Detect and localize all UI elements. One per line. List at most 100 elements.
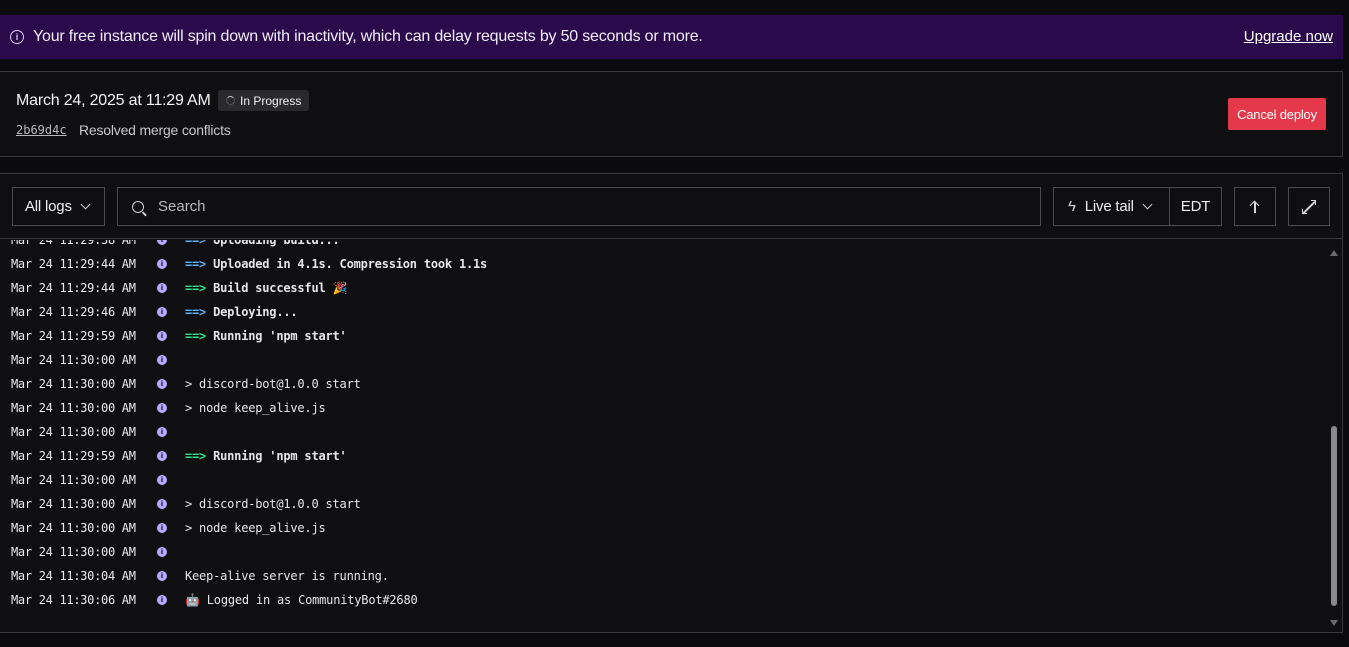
info-level-icon: i	[157, 403, 167, 413]
info-level-icon: i	[157, 240, 167, 245]
log-message: > discord-bot@1.0.0 start	[185, 497, 361, 511]
scrollbar-thumb[interactable]	[1331, 426, 1337, 606]
search-icon	[132, 200, 144, 213]
logs-panel: All logs ϟ Live tail EDT Mar 24 11:29:38…	[0, 173, 1343, 633]
timezone-label: EDT	[1180, 198, 1211, 215]
info-level-icon: i	[157, 451, 167, 461]
info-level-icon: i	[157, 571, 167, 581]
log-timestamp: Mar 24 11:30:00 AM	[11, 473, 136, 487]
log-text: Deploying...	[213, 305, 298, 319]
log-timestamp: Mar 24 11:30:00 AM	[11, 521, 136, 535]
info-level-icon: i	[157, 259, 167, 269]
live-tail-dropdown[interactable]: ϟ Live tail	[1053, 187, 1170, 226]
log-message: ==> Running 'npm start'	[185, 449, 347, 463]
log-message: ==> Running 'npm start'	[185, 329, 347, 343]
log-text: Build successful 🎉	[213, 281, 348, 295]
log-timestamp: Mar 24 11:30:04 AM	[11, 569, 136, 583]
log-line: Mar 24 11:30:00 AM i	[0, 348, 1326, 372]
log-timestamp: Mar 24 11:29:46 AM	[11, 305, 136, 319]
log-timestamp: Mar 24 11:30:06 AM	[11, 593, 136, 607]
log-line: Mar 24 11:29:38 AM i ==> Uploading build..…	[0, 240, 1326, 252]
arrow-up-icon	[1249, 200, 1261, 214]
log-line: Mar 24 11:30:00 AM i	[0, 420, 1326, 444]
commit-hash-link[interactable]: 2b69d4c	[16, 123, 67, 137]
timezone-button[interactable]: EDT	[1169, 187, 1222, 226]
log-line: Mar 24 11:30:06 AM i 🤖 Logged in as Commun…	[0, 588, 1326, 612]
log-viewport[interactable]: Mar 24 11:29:38 AM i ==> Uploading build..…	[0, 240, 1326, 632]
info-level-icon: i	[157, 307, 167, 317]
scroll-top-button[interactable]	[1234, 187, 1276, 226]
log-timestamp: Mar 24 11:30:00 AM	[11, 377, 136, 391]
log-line: Mar 24 11:29:44 AM i ==> Uploaded in 4.1s.…	[0, 252, 1326, 276]
info-level-icon: i	[157, 547, 167, 557]
free-instance-banner: i Your free instance will spin down with…	[0, 15, 1343, 59]
log-message: > discord-bot@1.0.0 start	[185, 377, 361, 391]
log-arrow: ==>	[185, 257, 207, 271]
log-line: Mar 24 11:29:59 AM i ==> Running 'npm star…	[0, 324, 1326, 348]
deploy-date: March 24, 2025 at 11:29 AM	[16, 92, 211, 109]
log-filter-label: All logs	[25, 198, 72, 215]
log-text: > node keep_alive.js	[185, 401, 326, 415]
expand-icon	[1302, 199, 1316, 214]
commit-message: Resolved merge conflicts	[79, 122, 231, 138]
log-timestamp: Mar 24 11:30:00 AM	[11, 401, 136, 415]
log-message: ==> Uploading build...	[185, 240, 340, 247]
log-text: Uploaded in 4.1s. Compression took 1.1s	[213, 257, 488, 271]
chevron-down-icon	[80, 199, 91, 210]
log-text: > node keep_alive.js	[185, 521, 326, 535]
info-level-icon: i	[157, 355, 167, 365]
deploy-summary: March 24, 2025 at 11:29 AM In Progress 2…	[0, 71, 1343, 157]
scroll-up-arrow-icon[interactable]	[1330, 250, 1338, 256]
log-line: Mar 24 11:30:00 AM i > discord-bot@1.0.0 s…	[0, 372, 1326, 396]
log-timestamp: Mar 24 11:29:44 AM	[11, 257, 136, 271]
log-line: Mar 24 11:30:00 AM i > node keep_alive.js	[0, 516, 1326, 540]
log-timestamp: Mar 24 11:29:59 AM	[11, 329, 136, 343]
status-badge: In Progress	[218, 90, 310, 111]
log-line: Mar 24 11:30:00 AM i > node keep_alive.js	[0, 396, 1326, 420]
log-scrollbar[interactable]	[1329, 250, 1339, 626]
logs-toolbar: All logs ϟ Live tail EDT	[0, 174, 1342, 239]
info-level-icon: i	[157, 499, 167, 509]
log-message: ==> Uploaded in 4.1s. Compression took 1…	[185, 257, 487, 271]
log-message: 🤖 Logged in as CommunityBot#2680	[185, 593, 418, 607]
info-level-icon: i	[157, 427, 167, 437]
info-icon: i	[10, 30, 24, 44]
log-lines: Mar 24 11:29:38 AM i ==> Uploading build..…	[0, 240, 1326, 612]
info-level-icon: i	[157, 523, 167, 533]
log-line: Mar 24 11:30:00 AM i > discord-bot@1.0.0 s…	[0, 492, 1326, 516]
banner-message: Your free instance will spin down with i…	[33, 28, 703, 45]
log-timestamp: Mar 24 11:29:44 AM	[11, 281, 136, 295]
log-message: ==> Deploying...	[185, 305, 298, 319]
log-timestamp: Mar 24 11:29:38 AM	[11, 240, 136, 247]
log-arrow: ==>	[185, 329, 207, 343]
spinner-icon	[226, 96, 235, 105]
log-line: Mar 24 11:30:00 AM i	[0, 468, 1326, 492]
log-line: Mar 24 11:29:46 AM i ==> Deploying...	[0, 300, 1326, 324]
upgrade-now-link[interactable]: Upgrade now	[1244, 28, 1333, 45]
scroll-down-arrow-icon[interactable]	[1330, 620, 1338, 626]
log-line: Mar 24 11:29:59 AM i ==> Running 'npm star…	[0, 444, 1326, 468]
log-message: Keep-alive server is running.	[185, 569, 389, 583]
live-tail-label: Live tail	[1084, 198, 1134, 215]
log-text: Running 'npm start'	[213, 449, 347, 463]
status-label: In Progress	[240, 93, 302, 108]
log-timestamp: Mar 24 11:29:59 AM	[11, 449, 136, 463]
search-field[interactable]	[117, 187, 1041, 226]
log-line: Mar 24 11:29:44 AM i ==> Build successful …	[0, 276, 1326, 300]
search-input[interactable]	[158, 198, 1008, 215]
log-message: ==> Build successful 🎉	[185, 281, 347, 295]
log-filter-dropdown[interactable]: All logs	[12, 187, 105, 226]
info-level-icon: i	[157, 331, 167, 341]
log-line: Mar 24 11:30:04 AM i Keep-alive server is …	[0, 564, 1326, 588]
info-level-icon: i	[157, 475, 167, 485]
log-text: Running 'npm start'	[213, 329, 347, 343]
lightning-icon: ϟ	[1068, 198, 1076, 215]
log-text: Keep-alive server is running.	[185, 569, 389, 583]
log-arrow: ==>	[185, 449, 207, 463]
log-arrow: ==>	[185, 281, 207, 295]
expand-button[interactable]	[1288, 187, 1330, 226]
cancel-deploy-button[interactable]: Cancel deploy	[1228, 98, 1326, 130]
log-message: > node keep_alive.js	[185, 521, 326, 535]
log-text: > discord-bot@1.0.0 start	[185, 377, 361, 391]
log-timestamp: Mar 24 11:30:00 AM	[11, 353, 136, 367]
